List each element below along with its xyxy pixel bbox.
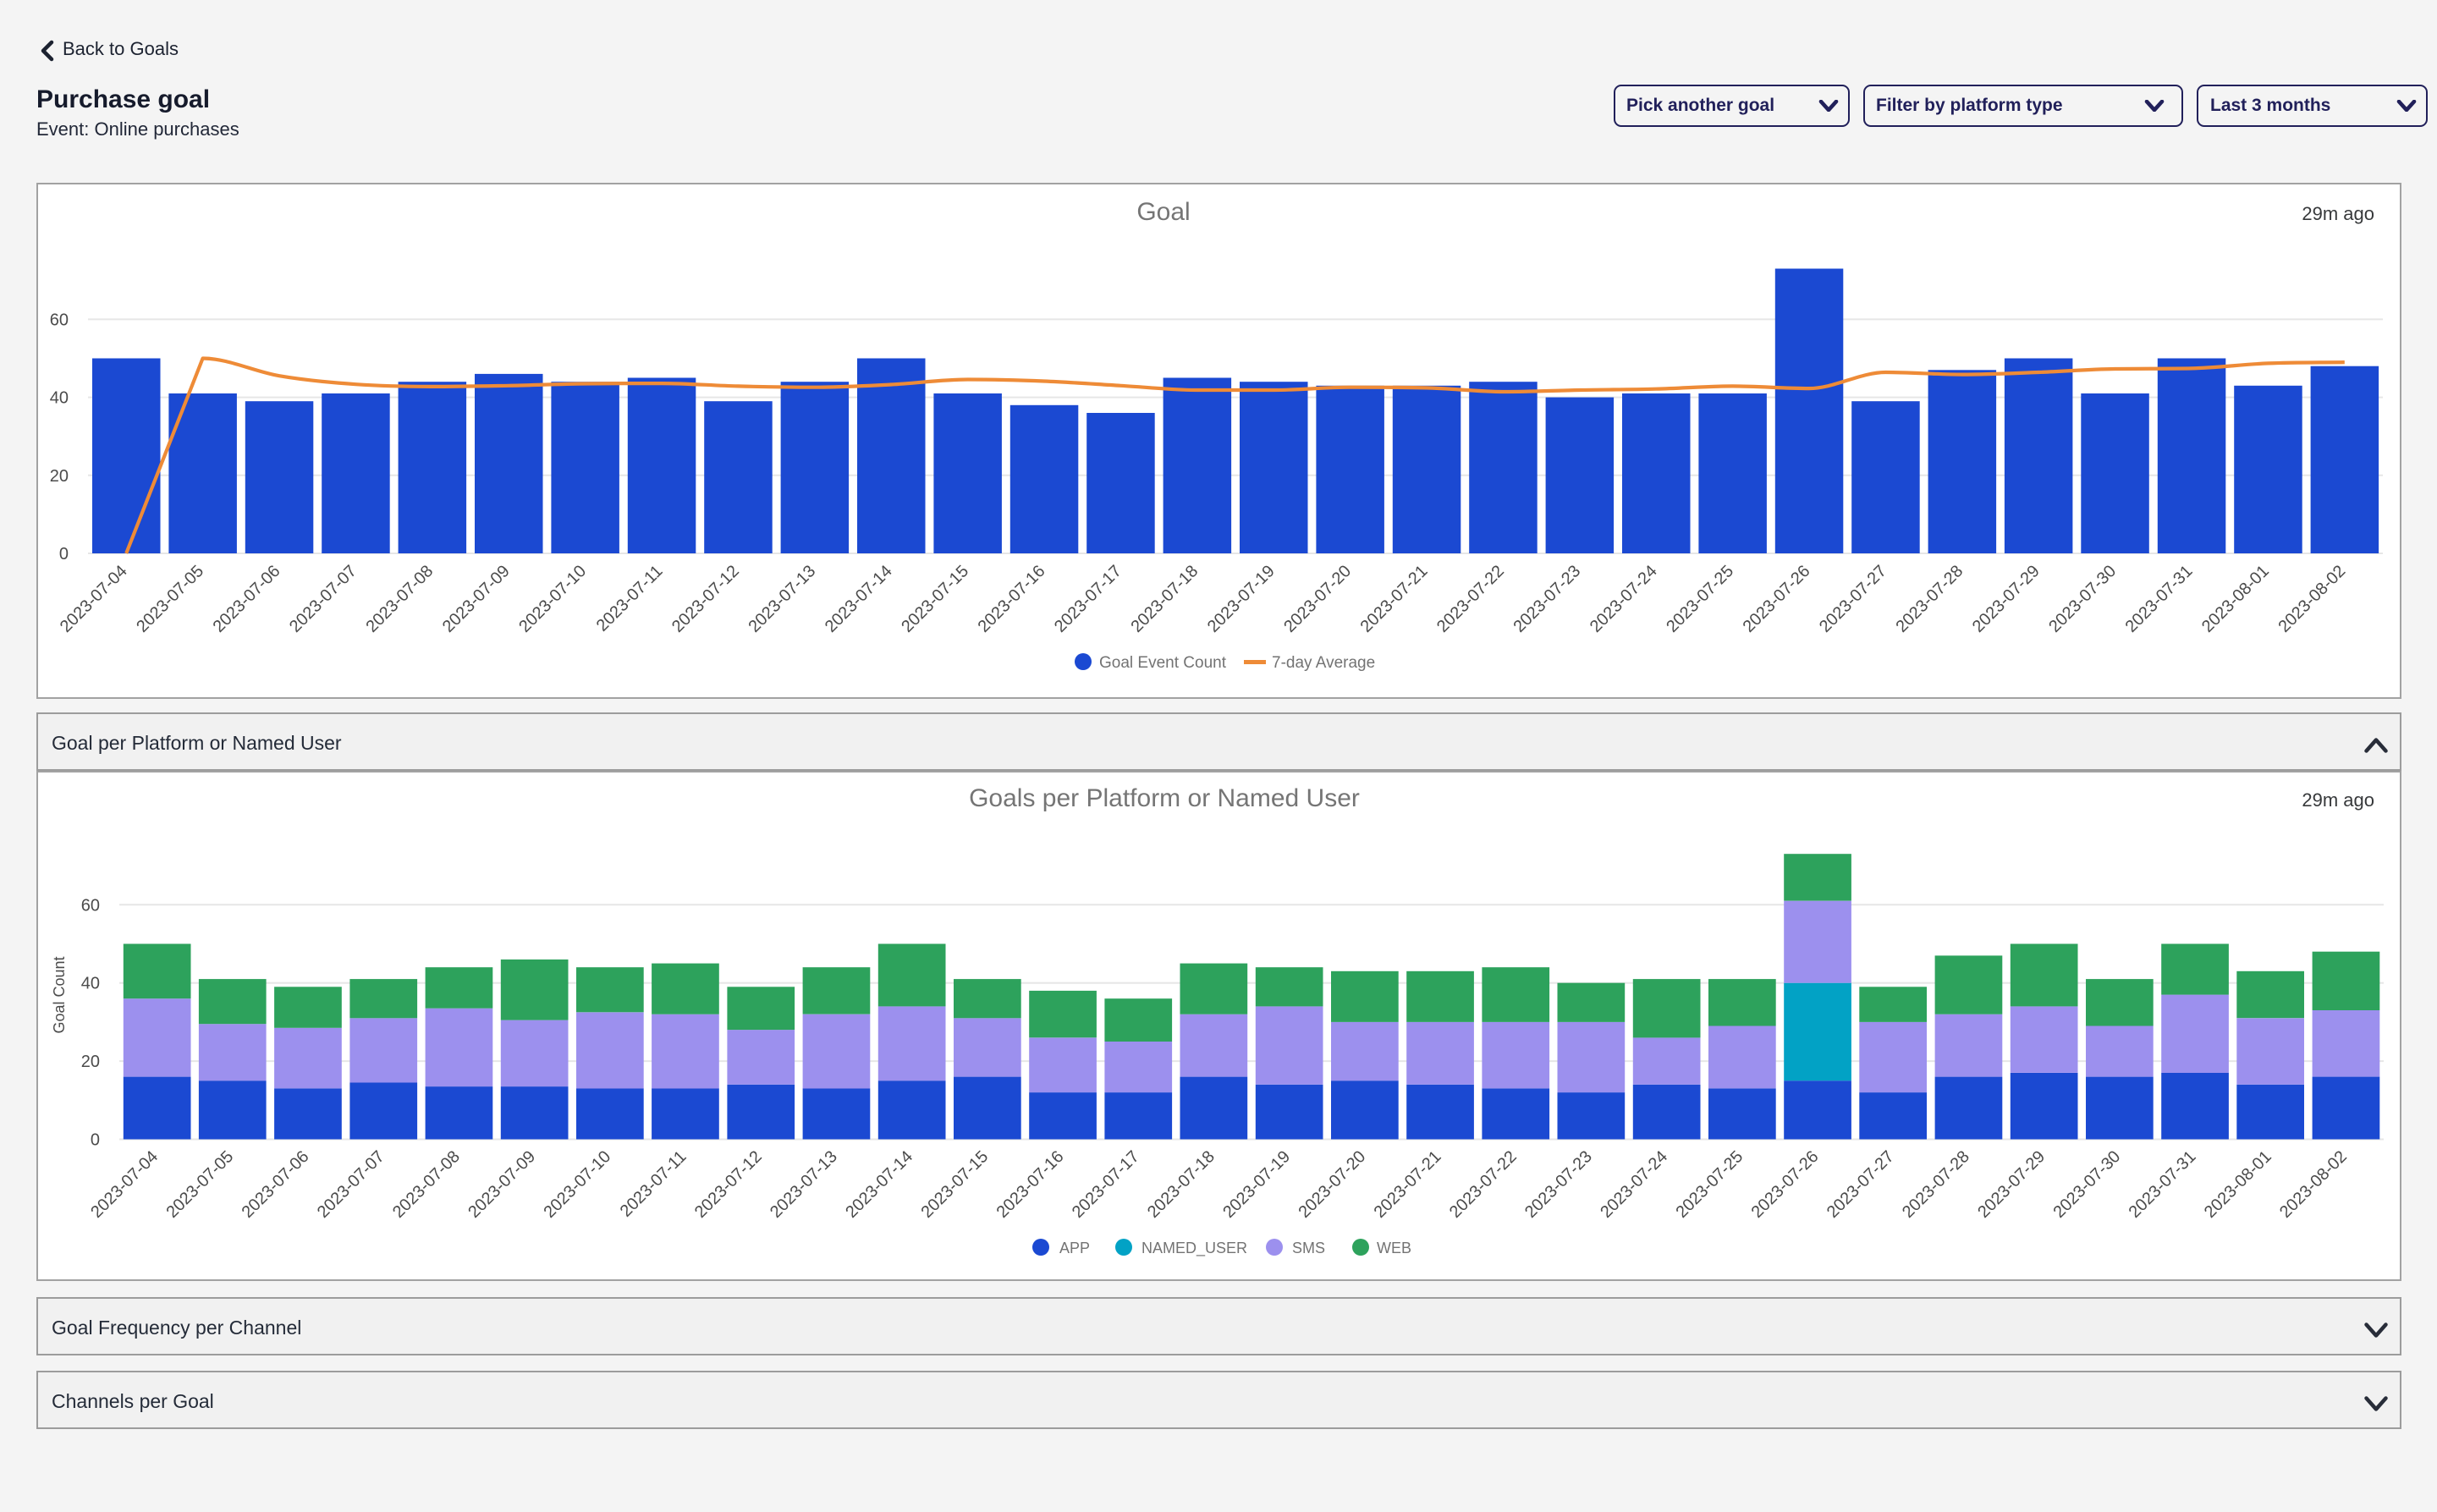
svg-text:60: 60 xyxy=(81,896,100,915)
svg-text:40: 40 xyxy=(50,389,69,408)
svg-text:2023-07-04: 2023-07-04 xyxy=(57,562,131,636)
svg-text:2023-08-01: 2023-08-01 xyxy=(2198,562,2273,636)
svg-text:2023-07-17: 2023-07-17 xyxy=(1069,1147,1143,1222)
svg-text:2023-07-24: 2023-07-24 xyxy=(1587,562,1661,636)
svg-text:2023-07-22: 2023-07-22 xyxy=(1446,1147,1521,1222)
svg-text:2023-07-26: 2023-07-26 xyxy=(1740,562,1814,636)
svg-text:Goal Event Count: Goal Event Count xyxy=(1099,654,1227,672)
svg-text:2023-07-12: 2023-07-12 xyxy=(691,1147,766,1222)
svg-text:2023-07-21: 2023-07-21 xyxy=(1371,1147,1445,1222)
svg-text:2023-07-26: 2023-07-26 xyxy=(1748,1147,1823,1222)
svg-text:40: 40 xyxy=(81,975,100,993)
svg-text:2023-07-10: 2023-07-10 xyxy=(515,562,590,636)
svg-text:2023-07-15: 2023-07-15 xyxy=(898,562,972,636)
svg-text:2023-07-19: 2023-07-19 xyxy=(1219,1147,1294,1222)
svg-text:WEB: WEB xyxy=(1377,1240,1411,1256)
svg-text:2023-07-18: 2023-07-18 xyxy=(1127,562,1202,636)
svg-text:2023-07-13: 2023-07-13 xyxy=(767,1147,841,1222)
svg-text:2023-07-11: 2023-07-11 xyxy=(617,1147,690,1221)
svg-text:NAMED_USER: NAMED_USER xyxy=(1141,1240,1247,1257)
svg-text:2023-07-07: 2023-07-07 xyxy=(314,1147,388,1222)
svg-text:2023-07-06: 2023-07-06 xyxy=(210,562,284,636)
svg-text:2023-07-15: 2023-07-15 xyxy=(917,1147,992,1222)
svg-text:2023-07-23: 2023-07-23 xyxy=(1521,1147,1596,1222)
svg-text:2023-07-10: 2023-07-10 xyxy=(540,1147,614,1222)
svg-text:2023-07-08: 2023-07-08 xyxy=(362,562,437,636)
svg-text:2023-07-20: 2023-07-20 xyxy=(1295,1147,1369,1222)
svg-text:2023-07-30: 2023-07-30 xyxy=(2049,1147,2124,1222)
svg-text:2023-07-13: 2023-07-13 xyxy=(745,562,819,636)
svg-text:2023-07-05: 2023-07-05 xyxy=(162,1147,237,1222)
svg-text:APP: APP xyxy=(1059,1240,1090,1256)
svg-text:2023-07-29: 2023-07-29 xyxy=(1969,562,2044,636)
svg-text:7-day Average: 7-day Average xyxy=(1272,654,1375,672)
svg-text:2023-07-12: 2023-07-12 xyxy=(668,562,743,636)
svg-text:2023-07-28: 2023-07-28 xyxy=(1899,1147,1973,1222)
svg-text:0: 0 xyxy=(91,1131,100,1150)
svg-text:2023-07-14: 2023-07-14 xyxy=(842,1147,916,1222)
svg-text:2023-07-09: 2023-07-09 xyxy=(465,1147,539,1222)
svg-text:2023-07-29: 2023-07-29 xyxy=(1974,1147,2049,1222)
svg-text:2023-07-27: 2023-07-27 xyxy=(1824,1147,1898,1222)
svg-text:2023-07-17: 2023-07-17 xyxy=(1051,562,1125,636)
svg-text:2023-07-16: 2023-07-16 xyxy=(993,1147,1068,1222)
svg-text:2023-07-16: 2023-07-16 xyxy=(975,562,1049,636)
svg-text:2023-07-23: 2023-07-23 xyxy=(1510,562,1584,636)
svg-text:2023-07-21: 2023-07-21 xyxy=(1357,562,1432,636)
svg-text:2023-07-11: 2023-07-11 xyxy=(593,562,667,635)
svg-text:60: 60 xyxy=(50,311,69,329)
svg-text:2023-07-24: 2023-07-24 xyxy=(1597,1147,1671,1222)
svg-text:0: 0 xyxy=(59,545,69,564)
svg-text:20: 20 xyxy=(81,1053,100,1071)
svg-text:20: 20 xyxy=(50,467,69,486)
svg-text:2023-07-25: 2023-07-25 xyxy=(1672,1147,1747,1222)
svg-text:2023-07-28: 2023-07-28 xyxy=(1892,562,1967,636)
svg-text:Goals per Platform or Named Us: Goals per Platform or Named User xyxy=(969,784,1360,812)
svg-text:2023-07-09: 2023-07-09 xyxy=(439,562,514,636)
svg-text:2023-07-25: 2023-07-25 xyxy=(1663,562,1737,636)
svg-text:29m ago: 29m ago xyxy=(2302,203,2374,224)
svg-text:2023-07-30: 2023-07-30 xyxy=(2045,562,2120,636)
svg-text:2023-07-08: 2023-07-08 xyxy=(389,1147,464,1222)
svg-text:2023-08-02: 2023-08-02 xyxy=(2276,1147,2351,1222)
svg-text:2023-07-31: 2023-07-31 xyxy=(2126,1147,2200,1222)
svg-text:2023-08-02: 2023-08-02 xyxy=(2275,562,2349,636)
svg-text:2023-07-07: 2023-07-07 xyxy=(286,562,360,636)
svg-text:2023-07-19: 2023-07-19 xyxy=(1204,562,1279,636)
svg-text:2023-07-14: 2023-07-14 xyxy=(822,562,896,636)
svg-text:2023-07-27: 2023-07-27 xyxy=(1816,562,1890,636)
svg-text:29m ago: 29m ago xyxy=(2302,789,2374,811)
svg-text:2023-07-06: 2023-07-06 xyxy=(239,1147,313,1222)
svg-text:2023-07-05: 2023-07-05 xyxy=(133,562,207,636)
svg-text:2023-07-22: 2023-07-22 xyxy=(1433,562,1508,636)
svg-text:2023-08-01: 2023-08-01 xyxy=(2201,1147,2275,1222)
svg-text:2023-07-04: 2023-07-04 xyxy=(87,1147,162,1222)
svg-text:Goal Count: Goal Count xyxy=(51,956,68,1033)
svg-text:SMS: SMS xyxy=(1292,1240,1325,1256)
svg-text:2023-07-31: 2023-07-31 xyxy=(2122,562,2197,636)
svg-text:Goal: Goal xyxy=(1136,198,1190,226)
svg-text:2023-07-18: 2023-07-18 xyxy=(1144,1147,1218,1222)
svg-text:2023-07-20: 2023-07-20 xyxy=(1280,562,1355,636)
